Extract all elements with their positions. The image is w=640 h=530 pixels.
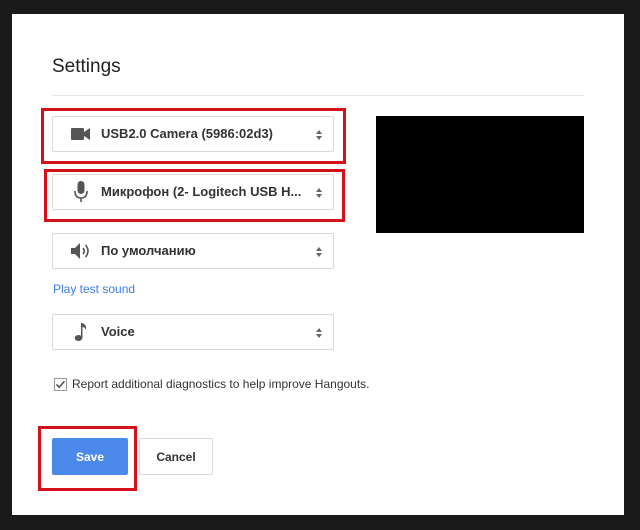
select-arrows-icon (315, 245, 323, 257)
speaker-select[interactable]: По умолчанию (52, 233, 334, 269)
play-test-sound-link[interactable]: Play test sound (53, 282, 135, 296)
select-arrows-icon (315, 128, 323, 140)
camera-preview (376, 116, 584, 233)
diagnostics-checkbox[interactable] (54, 377, 67, 391)
video-camera-icon (69, 117, 93, 151)
ringtone-select-value: Voice (101, 324, 135, 339)
ringtone-select[interactable]: Voice (52, 314, 334, 350)
save-button[interactable]: Save (52, 438, 128, 475)
microphone-select-value: Микрофон (2- Logitech USB H... (101, 184, 302, 199)
speaker-select-value: По умолчанию (101, 243, 196, 258)
dialog-title: Settings (52, 56, 121, 77)
camera-select-value: USB2.0 Camera (5986:02d3) (101, 126, 273, 141)
checkmark-icon (55, 380, 66, 388)
speaker-icon (69, 234, 93, 268)
music-note-icon (69, 315, 93, 349)
diagnostics-option: Report additional diagnostics to help im… (54, 376, 370, 392)
camera-select[interactable]: USB2.0 Camera (5986:02d3) (52, 116, 334, 152)
settings-dialog: Settings USB2.0 Camera (5986:02d3) Микро… (12, 14, 624, 515)
cancel-button[interactable]: Cancel (139, 438, 213, 475)
microphone-icon (69, 175, 93, 209)
select-arrows-icon (315, 326, 323, 338)
select-arrows-icon (315, 186, 323, 198)
microphone-select[interactable]: Микрофон (2- Logitech USB H... (52, 174, 334, 210)
diagnostics-label: Report additional diagnostics to help im… (72, 377, 370, 391)
title-divider (52, 95, 584, 96)
